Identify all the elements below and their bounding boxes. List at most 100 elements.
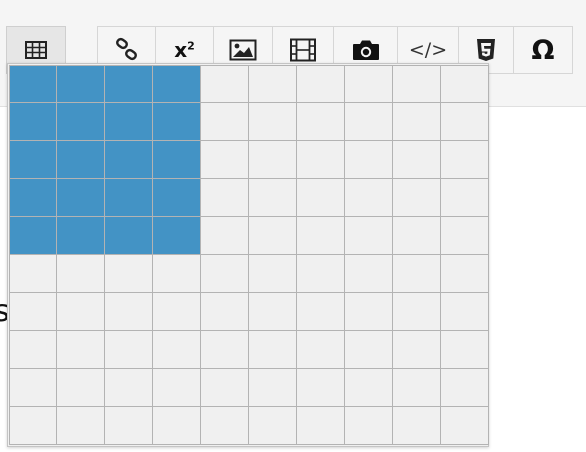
table-picker-cell[interactable] <box>393 255 441 293</box>
table-picker-cell[interactable] <box>9 407 57 445</box>
table-picker-cell[interactable] <box>9 293 57 331</box>
table-picker-cell-selected[interactable] <box>9 103 57 141</box>
table-picker-cell[interactable] <box>297 65 345 103</box>
table-picker-cell-selected[interactable] <box>105 65 153 103</box>
table-picker-cell[interactable] <box>441 255 489 293</box>
table-picker-cell[interactable] <box>153 331 201 369</box>
table-picker-cell[interactable] <box>345 331 393 369</box>
table-picker-cell[interactable] <box>297 293 345 331</box>
table-picker-cell[interactable] <box>153 407 201 445</box>
table-picker-cell-selected[interactable] <box>57 103 105 141</box>
table-picker-cell[interactable] <box>249 331 297 369</box>
table-picker-cell[interactable] <box>345 179 393 217</box>
table-size-grid[interactable] <box>9 65 489 445</box>
table-picker-cell[interactable] <box>9 331 57 369</box>
table-picker-cell[interactable] <box>201 103 249 141</box>
table-picker-cell[interactable] <box>57 255 105 293</box>
table-picker-cell[interactable] <box>105 369 153 407</box>
table-picker-cell[interactable] <box>249 369 297 407</box>
table-picker-cell-selected[interactable] <box>153 141 201 179</box>
table-picker-cell[interactable] <box>57 407 105 445</box>
table-picker-cell[interactable] <box>105 293 153 331</box>
table-picker-cell[interactable] <box>297 331 345 369</box>
table-picker-cell-selected[interactable] <box>57 179 105 217</box>
table-picker-cell[interactable] <box>393 103 441 141</box>
table-picker-cell[interactable] <box>297 369 345 407</box>
table-picker-cell-selected[interactable] <box>9 179 57 217</box>
table-picker-cell[interactable] <box>393 331 441 369</box>
table-picker-cell[interactable] <box>249 65 297 103</box>
table-picker-cell[interactable] <box>201 293 249 331</box>
table-picker-cell[interactable] <box>441 293 489 331</box>
table-picker-cell[interactable] <box>297 179 345 217</box>
table-picker-cell[interactable] <box>345 65 393 103</box>
table-picker-cell[interactable] <box>249 255 297 293</box>
table-picker-cell-selected[interactable] <box>9 217 57 255</box>
table-picker-cell[interactable] <box>345 141 393 179</box>
table-picker-cell[interactable] <box>105 255 153 293</box>
table-picker-cell[interactable] <box>57 369 105 407</box>
table-picker-cell-selected[interactable] <box>153 103 201 141</box>
table-picker-cell[interactable] <box>153 369 201 407</box>
table-picker-cell-selected[interactable] <box>105 217 153 255</box>
table-picker-cell[interactable] <box>441 103 489 141</box>
table-picker-cell-selected[interactable] <box>153 179 201 217</box>
table-picker-cell[interactable] <box>249 141 297 179</box>
table-picker-cell[interactable] <box>201 179 249 217</box>
table-picker-cell[interactable] <box>249 407 297 445</box>
table-picker-cell[interactable] <box>249 217 297 255</box>
table-picker-cell-selected[interactable] <box>57 217 105 255</box>
table-picker-cell[interactable] <box>105 331 153 369</box>
table-picker-cell[interactable] <box>393 65 441 103</box>
table-picker-cell[interactable] <box>393 141 441 179</box>
table-picker-cell[interactable] <box>153 255 201 293</box>
table-picker-cell[interactable] <box>345 369 393 407</box>
table-picker-cell[interactable] <box>249 179 297 217</box>
table-picker-cell-selected[interactable] <box>153 217 201 255</box>
table-picker-cell[interactable] <box>9 369 57 407</box>
table-picker-cell[interactable] <box>201 331 249 369</box>
table-picker-cell-selected[interactable] <box>153 65 201 103</box>
table-picker-cell[interactable] <box>441 331 489 369</box>
table-picker-cell[interactable] <box>297 217 345 255</box>
table-picker-cell[interactable] <box>393 369 441 407</box>
table-picker-cell[interactable] <box>9 255 57 293</box>
table-picker-cell[interactable] <box>201 217 249 255</box>
table-picker-cell[interactable] <box>297 255 345 293</box>
table-picker-cell[interactable] <box>249 293 297 331</box>
table-picker-cell[interactable] <box>153 293 201 331</box>
table-picker-cell[interactable] <box>57 331 105 369</box>
table-picker-cell[interactable] <box>345 407 393 445</box>
table-picker-cell-selected[interactable] <box>9 141 57 179</box>
table-picker-cell-selected[interactable] <box>105 141 153 179</box>
table-picker-cell[interactable] <box>393 217 441 255</box>
table-picker-cell[interactable] <box>201 255 249 293</box>
table-picker-cell[interactable] <box>57 293 105 331</box>
table-picker-cell[interactable] <box>441 141 489 179</box>
table-picker-cell[interactable] <box>441 179 489 217</box>
table-picker-cell[interactable] <box>345 255 393 293</box>
table-picker-cell[interactable] <box>297 141 345 179</box>
table-picker-cell[interactable] <box>393 293 441 331</box>
table-picker-cell[interactable] <box>393 407 441 445</box>
table-picker-cell[interactable] <box>249 103 297 141</box>
table-picker-cell[interactable] <box>441 217 489 255</box>
table-picker-cell[interactable] <box>345 103 393 141</box>
table-picker-cell-selected[interactable] <box>9 65 57 103</box>
special-character-button[interactable]: Ω <box>513 26 573 74</box>
table-picker-cell[interactable] <box>441 407 489 445</box>
table-picker-cell[interactable] <box>441 369 489 407</box>
table-picker-cell[interactable] <box>441 65 489 103</box>
table-picker-cell[interactable] <box>201 65 249 103</box>
table-picker-cell[interactable] <box>201 141 249 179</box>
table-picker-cell[interactable] <box>105 407 153 445</box>
table-picker-cell[interactable] <box>393 179 441 217</box>
table-picker-cell[interactable] <box>201 407 249 445</box>
table-picker-cell[interactable] <box>345 293 393 331</box>
table-picker-cell[interactable] <box>201 369 249 407</box>
table-picker-cell-selected[interactable] <box>57 141 105 179</box>
table-picker-cell-selected[interactable] <box>105 103 153 141</box>
table-picker-cell[interactable] <box>297 103 345 141</box>
table-picker-cell[interactable] <box>345 217 393 255</box>
table-picker-cell[interactable] <box>297 407 345 445</box>
